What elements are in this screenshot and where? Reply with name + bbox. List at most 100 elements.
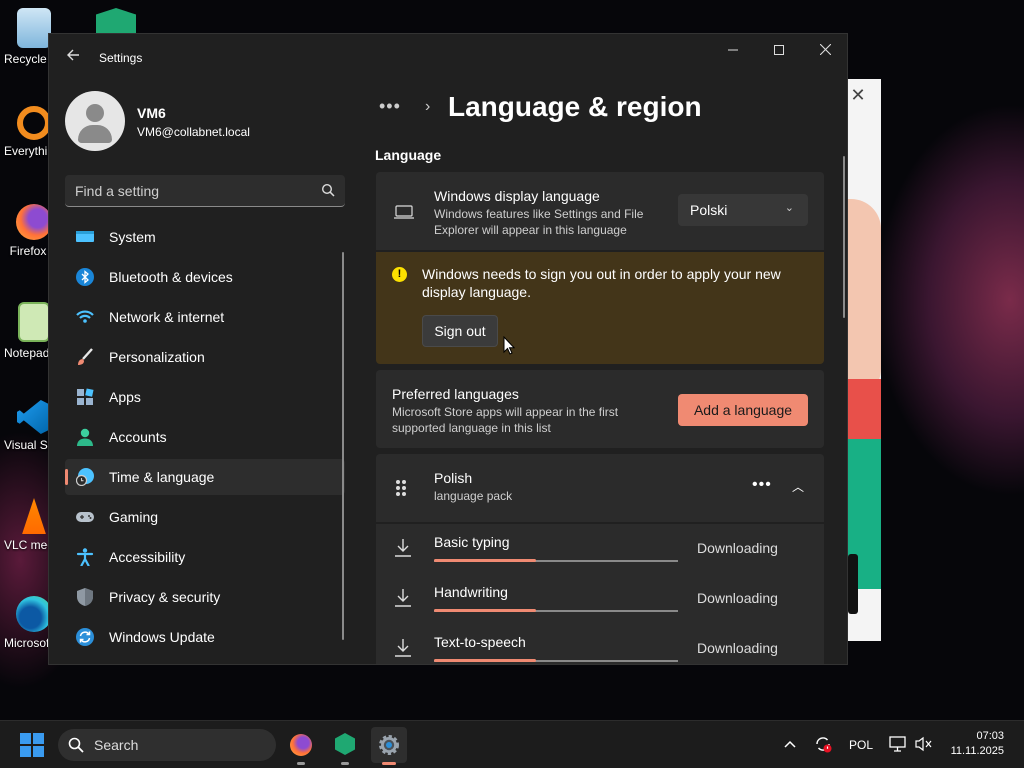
sidebar-item-personalization[interactable]: Personalization [65, 339, 345, 375]
sidebar-item-bluetooth[interactable]: Bluetooth & devices [65, 259, 345, 295]
progress-bar [434, 659, 678, 662]
sidebar-item-network[interactable]: Network & internet [65, 299, 345, 335]
start-button[interactable] [20, 733, 44, 757]
background-window: ✕ [848, 79, 881, 641]
sidebar-item-gaming[interactable]: Gaming [65, 499, 345, 535]
drag-handle-icon[interactable] [396, 478, 408, 498]
gear-icon [379, 735, 399, 755]
minimize-button[interactable] [710, 34, 756, 66]
progress-fill [434, 559, 537, 562]
clock-date: 11.11.2025 [950, 745, 1004, 757]
maximize-icon [774, 45, 784, 55]
close-button[interactable] [802, 34, 847, 66]
warning-icon: ! [392, 267, 407, 282]
volume-muted-icon[interactable] [915, 736, 933, 752]
illustration-red [848, 379, 881, 439]
active-indicator [65, 469, 68, 485]
back-arrow-icon [67, 49, 79, 61]
kaspersky-icon [335, 733, 355, 755]
taskbar: Search POL 07:03 11.11.2025 [0, 720, 1024, 768]
back-button[interactable] [61, 46, 85, 70]
add-language-button[interactable]: Add a language [678, 394, 808, 426]
polish-language-row[interactable]: Polish language pack ••• ︿ [376, 454, 824, 522]
warning-message: Windows needs to sign you out in order t… [422, 266, 781, 300]
taskbar-clock[interactable]: 07:03 11.11.2025 [951, 729, 1004, 759]
taskbar-settings[interactable] [371, 727, 407, 765]
language-feature-row: Handwriting Downloading [376, 574, 824, 624]
sidebar-item-system[interactable]: System [65, 219, 345, 255]
firefox-icon [16, 204, 52, 240]
chevron-up-icon[interactable]: ︿ [792, 478, 804, 495]
taskbar-search[interactable]: Search [58, 729, 276, 761]
progress-bar [434, 609, 678, 612]
recycle-bin-icon [17, 8, 51, 48]
maximize-button[interactable] [756, 34, 802, 66]
sidebar-item-accounts[interactable]: Accounts [65, 419, 345, 455]
search-icon [68, 737, 84, 753]
language-feature-row: Basic typing Downloading [376, 524, 824, 574]
preferred-languages-description: Microsoft Store apps will appear in the … [392, 405, 619, 435]
vlc-icon [22, 498, 46, 534]
update-icon [76, 628, 94, 646]
download-icon [395, 539, 411, 557]
sidebar-item-time-language[interactable]: Time & language [65, 459, 345, 495]
chevron-up-icon[interactable] [784, 739, 796, 749]
close-icon[interactable]: ✕ [848, 85, 868, 105]
laptop-icon [394, 205, 414, 219]
notepad-icon [18, 302, 50, 342]
display-language-title: Windows display language [434, 188, 600, 204]
illustration-face [848, 199, 881, 399]
taskbar-search-label: Search [94, 737, 139, 753]
sidebar-item-privacy[interactable]: Privacy & security [65, 579, 345, 615]
bluetooth-icon [76, 268, 94, 286]
illustration-dark [848, 554, 858, 614]
vscode-icon [17, 400, 51, 434]
taskbar-firefox[interactable] [283, 727, 319, 765]
feature-name: Handwriting [434, 584, 508, 600]
sign-out-button[interactable]: Sign out [422, 315, 498, 347]
display-language-card: Windows display language Windows feature… [376, 172, 824, 250]
feature-status: Downloading [697, 540, 778, 556]
progress-fill [434, 609, 537, 612]
download-icon [395, 639, 411, 657]
input-language-indicator[interactable]: POL [849, 738, 873, 752]
minimize-icon [728, 49, 738, 51]
content-scrollbar[interactable] [843, 156, 845, 318]
windows-logo-icon [20, 733, 31, 744]
language-more-options-button[interactable]: ••• [752, 476, 772, 494]
sign-out-warning: ! Windows needs to sign you out in order… [376, 252, 824, 364]
close-icon [819, 43, 831, 56]
network-status-icon[interactable] [889, 736, 907, 752]
display-language-description: Windows features like Settings and File … [434, 207, 644, 237]
search-icon [321, 183, 335, 197]
everything-icon [17, 106, 51, 140]
preferred-languages-title: Preferred languages [392, 386, 519, 402]
network-icon [76, 310, 94, 323]
apps-icon [77, 388, 94, 405]
system-icon [76, 231, 94, 242]
sidebar-item-windows-update[interactable]: Windows Update [65, 619, 345, 655]
app-title: Settings [99, 51, 143, 65]
sidebar-scrollbar[interactable] [342, 252, 344, 640]
language-name: Polish [434, 470, 473, 486]
taskbar-kaspersky[interactable] [327, 727, 363, 765]
sidebar-item-accessibility[interactable]: Accessibility [65, 539, 345, 575]
search-box[interactable] [65, 175, 345, 207]
chevron-right-icon: › [425, 98, 431, 115]
download-icon [395, 589, 411, 607]
chevron-down-icon: ⌄ [784, 202, 794, 214]
shield-icon [77, 588, 93, 606]
display-language-dropdown[interactable]: Polski ⌄ [678, 194, 808, 226]
sidebar-item-apps[interactable]: Apps [65, 379, 345, 415]
settings-window: Settings VM6 VM6@collabnet.local System … [48, 33, 848, 665]
feature-name: Text-to-speech [434, 634, 526, 650]
section-heading-language: Language [375, 147, 442, 163]
avatar [65, 91, 125, 151]
accounts-icon [77, 428, 93, 446]
search-input[interactable] [75, 175, 305, 206]
progress-bar [434, 559, 678, 562]
breadcrumb-more-button[interactable]: ••• [379, 96, 401, 117]
sync-alert-icon[interactable] [814, 735, 832, 753]
progress-fill [434, 659, 537, 662]
feature-status: Downloading [697, 590, 778, 606]
